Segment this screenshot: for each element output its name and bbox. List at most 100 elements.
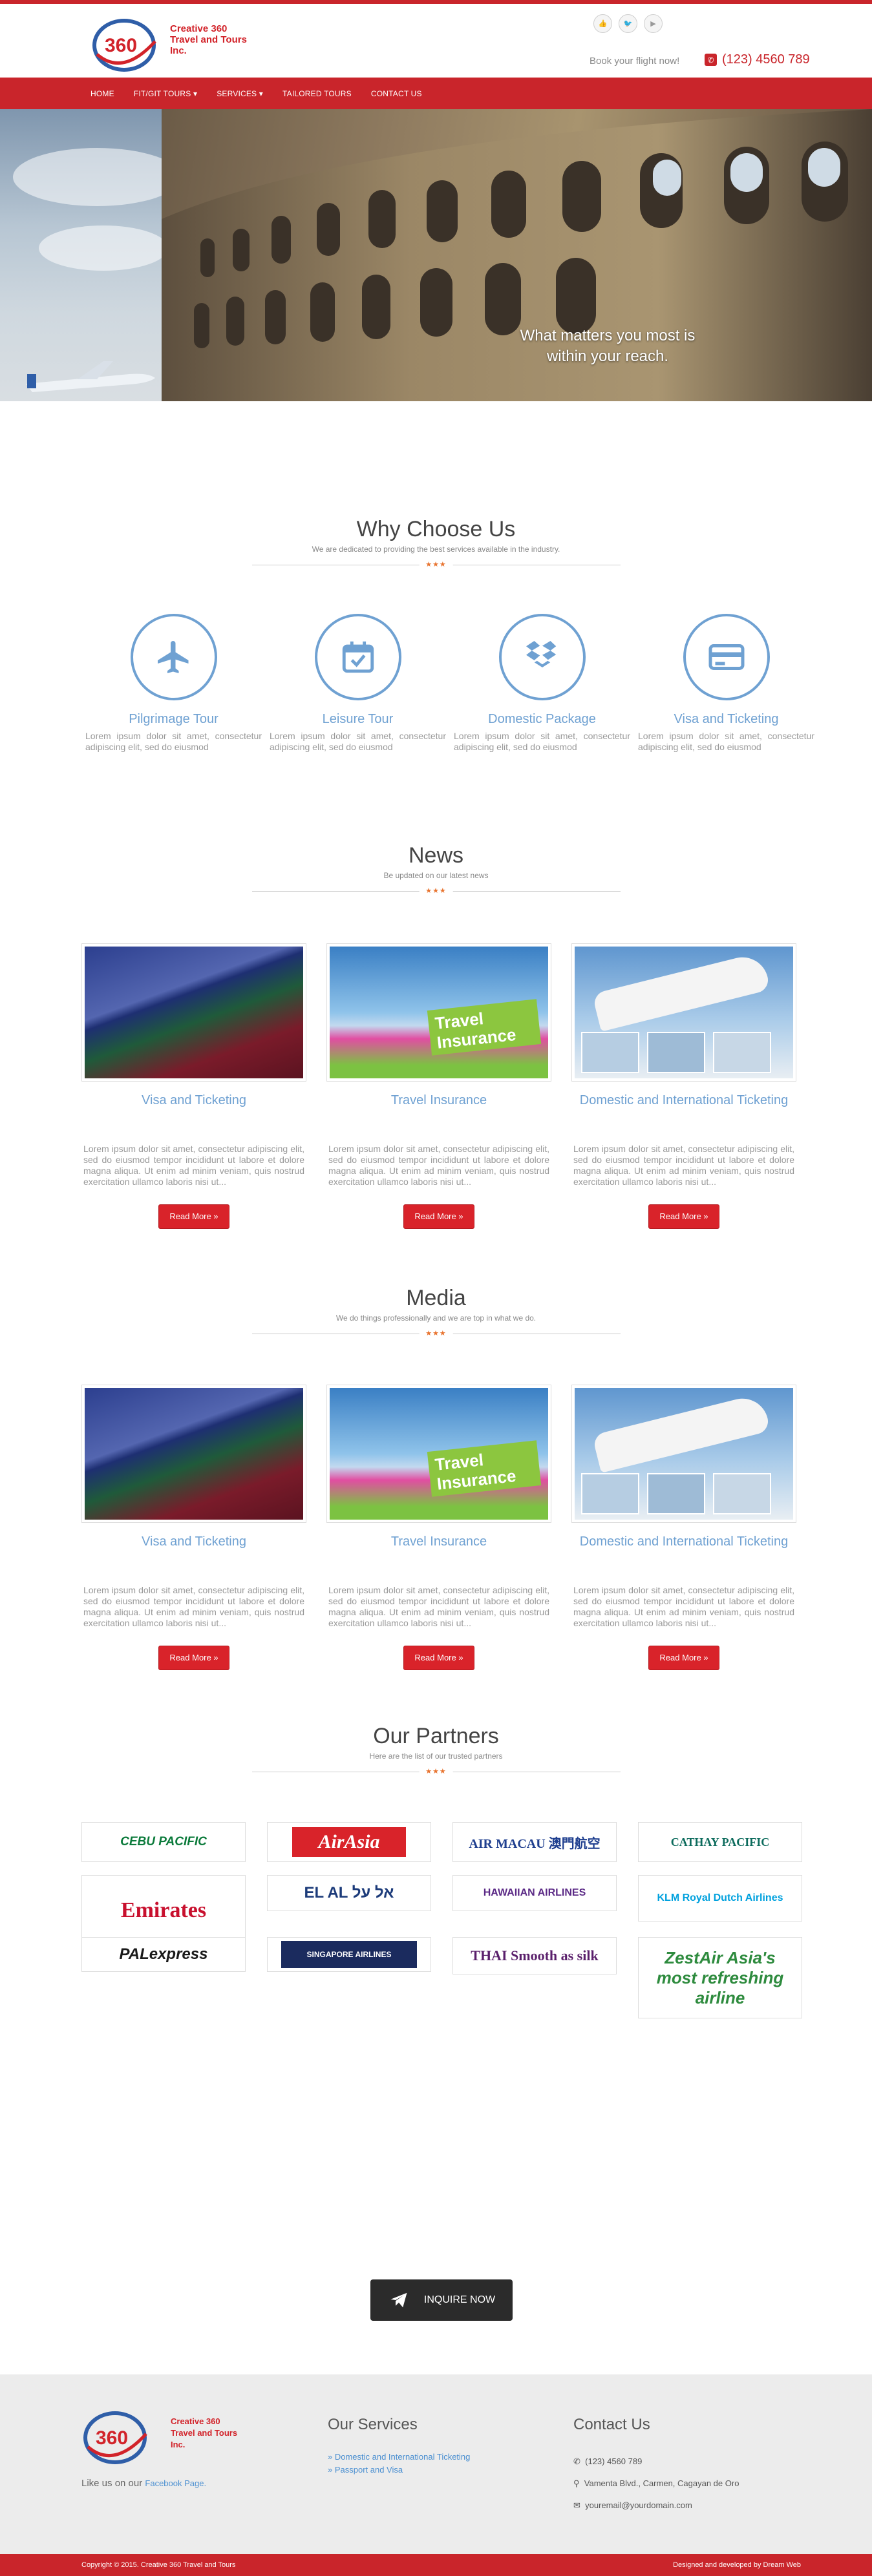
partner-logo-zestair[interactable]: ZestAir Asia's most refreshing airline [638, 1937, 802, 2018]
contact-text[interactable]: youremail@yourdomain.com [585, 2500, 692, 2510]
cloud [39, 225, 168, 271]
read-more-button[interactable]: Read More » [648, 1204, 719, 1229]
travel-insurance-image: Travel Insurance [330, 947, 548, 1078]
designer-credit[interactable]: Designed and developed by Dream Web [673, 2561, 801, 2569]
airplanes-image [575, 1388, 793, 1520]
partner-logo-airasia[interactable]: AirAsia [267, 1822, 431, 1862]
contact-phone: ✆ (123) 4560 789 [573, 2451, 739, 2473]
footer-services: Our Services » Domestic and Internationa… [328, 2416, 470, 2477]
feature-text: Lorem ipsum dolor sit amet, consectetur … [454, 731, 630, 752]
partner-logo-singapore-airlines[interactable]: SINGAPORE AIRLINES [267, 1937, 431, 1972]
calendar-check-icon[interactable] [314, 614, 401, 700]
media-card-image[interactable] [571, 1385, 796, 1523]
facebook-link[interactable]: Facebook Page. [145, 2478, 206, 2488]
read-more-button[interactable]: Read More » [158, 1646, 229, 1670]
read-more-button[interactable]: Read More » [648, 1646, 719, 1670]
media-card-title[interactable]: Travel Insurance [326, 1534, 551, 1565]
news-card-title[interactable]: Travel Insurance [326, 1093, 551, 1124]
contact-address: ⚲ Vamenta Blvd., Carmen, Cagayan de Oro [573, 2473, 739, 2495]
logo-text: HAWAIIAN AIRLINES [483, 1887, 586, 1898]
partner-logo-palexpress[interactable]: PALexpress [81, 1937, 246, 1972]
travel-insurance-banner: Travel Insurance [427, 1440, 542, 1497]
news-card-text: Lorem ipsum dolor sit amet, consectetur … [573, 1144, 794, 1187]
media-card-title[interactable]: Domestic and International Ticketing [571, 1534, 796, 1565]
thumb [581, 1473, 639, 1514]
thumb [581, 1032, 639, 1073]
news-card-title[interactable]: Domestic and International Ticketing [571, 1093, 796, 1124]
nav-fit-git-tours[interactable]: FIT/GIT TOURS ▾ [134, 89, 197, 98]
twitter-icon[interactable]: 🐦 [619, 14, 637, 33]
partner-logo-air-macau[interactable]: AIR MACAU 澳門航空 [452, 1822, 617, 1862]
partner-logo-el-al[interactable]: EL AL אל על [267, 1875, 431, 1911]
travel-insurance-image: Travel Insurance [330, 1388, 548, 1520]
partner-logo-thai[interactable]: THAI Smooth as silk [452, 1937, 617, 1974]
read-more-button[interactable]: Read More » [403, 1204, 474, 1229]
header-phone[interactable]: ✆ (123) 4560 789 [705, 52, 810, 67]
news-card-image[interactable] [571, 943, 796, 1082]
logo-text: SINGAPORE AIRLINES [281, 1941, 418, 1968]
services-title: Our Services [328, 2416, 418, 2433]
partners-header: Our Partners Here are the list of our tr… [0, 1724, 872, 1776]
credit-card-icon[interactable] [683, 614, 770, 700]
airplane-icon[interactable] [130, 614, 217, 700]
feature-title[interactable]: Domestic Package [451, 712, 633, 727]
news-title: News [408, 843, 464, 868]
media-card-image[interactable] [81, 1385, 306, 1523]
news-card-image[interactable]: Travel Insurance [326, 943, 551, 1082]
news-card: Travel Insurance Travel Insurance Lorem … [326, 943, 551, 1229]
dropbox-icon[interactable] [498, 614, 586, 700]
news-card-image[interactable] [81, 943, 306, 1082]
news-card-title[interactable]: Visa and Ticketing [81, 1093, 306, 1124]
thumb [713, 1473, 771, 1514]
feature-title[interactable]: Pilgrimage Tour [83, 712, 264, 727]
feature-domestic-package: Domestic Package Lorem ipsum dolor sit a… [450, 614, 634, 753]
feature-title[interactable]: Visa and Ticketing [635, 712, 817, 727]
partner-logo-cebu-pacific[interactable]: CEBU PACIFIC [81, 1822, 246, 1862]
logo-mark: 360 [83, 2411, 147, 2464]
brand-name-line-3: Inc. [171, 2440, 186, 2449]
section-divider: ★★★ [251, 560, 621, 569]
logo-text: THAI Smooth as silk [471, 1947, 599, 1963]
feature-text: Lorem ipsum dolor sit amet, consectetur … [85, 731, 262, 752]
site-footer: 360 Creative 360 Travel and Tours Inc. L… [0, 2374, 872, 2554]
media-card-title[interactable]: Visa and Ticketing [81, 1534, 306, 1565]
partner-logo-hawaiian[interactable]: HAWAIIAN AIRLINES [452, 1875, 617, 1911]
why-subtitle: We are dedicated to providing the best s… [312, 545, 560, 554]
partner-logo-emirates[interactable]: Emirates [81, 1875, 246, 1946]
feature-pilgrimage-tour: Pilgrimage Tour Lorem ipsum dolor sit am… [81, 614, 266, 753]
media-card: Visa and Ticketing Lorem ipsum dolor sit… [81, 1385, 306, 1670]
logo-text: AirAsia [292, 1827, 406, 1857]
news-card: Domestic and International Ticketing Lor… [571, 943, 796, 1229]
service-link[interactable]: » Passport and Visa [328, 2465, 403, 2475]
main-nav: HOME FIT/GIT TOURS ▾ SERVICES ▾ TAILORED… [0, 78, 872, 109]
footer-logo[interactable]: 360 Creative 360 Travel and Tours Inc. [81, 2407, 250, 2471]
brand-name: Creative 360 Travel and Tours Inc. [171, 2416, 237, 2451]
envelope-icon: ✉ [573, 2500, 580, 2510]
nav-services[interactable]: SERVICES ▾ [217, 89, 263, 98]
feature-title[interactable]: Leisure Tour [267, 712, 449, 727]
stars-icon: ★★★ [419, 1767, 453, 1775]
partner-logo-cathay-pacific[interactable]: CATHAY PACIFIC [638, 1822, 802, 1862]
logo-text: AIR MACAU 澳門航空 [469, 1836, 601, 1851]
nav-contact-us[interactable]: CONTACT US [371, 89, 422, 98]
media-header: Media We do things professionally and we… [0, 1286, 872, 1338]
inquire-now-button[interactable]: INQUIRE NOW [370, 2279, 513, 2321]
brand-logo[interactable]: 360 Creative 360 Travel and Tours Inc. [90, 13, 265, 72]
read-more-button[interactable]: Read More » [158, 1204, 229, 1229]
brand-name-line-1: Creative 360 [171, 2416, 220, 2426]
media-card-image[interactable]: Travel Insurance [326, 1385, 551, 1523]
nav-home[interactable]: HOME [90, 89, 114, 98]
facebook-prefix: Like us on our [81, 2478, 143, 2489]
thumbs-up-icon[interactable]: 👍 [593, 14, 612, 33]
thumb [713, 1032, 771, 1073]
news-subtitle: Be updated on our latest news [383, 871, 489, 880]
airplane-image [26, 361, 155, 392]
partner-logo-klm[interactable]: KLM Royal Dutch Airlines [638, 1875, 802, 1922]
media-card-text: Lorem ipsum dolor sit amet, consectetur … [83, 1585, 304, 1628]
news-card-text: Lorem ipsum dolor sit amet, consectetur … [328, 1144, 549, 1187]
thumb [647, 1473, 705, 1514]
youtube-icon[interactable]: ▶ [644, 14, 663, 33]
nav-tailored-tours[interactable]: TAILORED TOURS [282, 89, 352, 98]
service-link[interactable]: » Domestic and International Ticketing [328, 2452, 470, 2462]
read-more-button[interactable]: Read More » [403, 1646, 474, 1670]
